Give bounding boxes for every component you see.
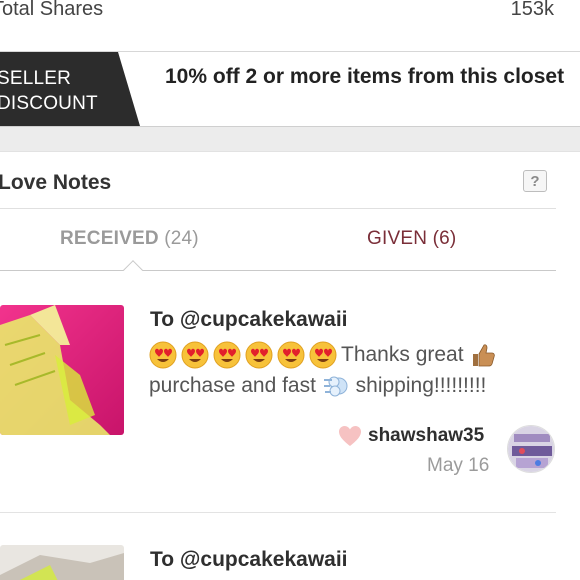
tab-received-label: RECEIVED [60,228,159,249]
listing-thumbnail[interactable] [0,305,124,435]
heart-icon [339,426,361,446]
seller-discount-banner: SELLER DISCOUNT 10% off 2 or more items … [0,52,580,126]
tab-received[interactable]: RECEIVED (24) [60,228,199,250]
thumbs-up-icon [473,344,496,367]
note-message-part3: shipping!!!!!!!!! [355,374,487,397]
seller-discount-text: 10% off 2 or more items from this closet [165,65,565,88]
love-notes-title: Love Notes [0,171,112,194]
heart-eyes-emoji-icon [149,341,177,369]
seller-discount-tag-line1: SELLER [0,68,72,89]
heart-eyes-emoji-icon [277,341,305,369]
heart-eyes-emoji-icon [309,341,337,369]
active-tab-caret [123,260,143,280]
tab-given[interactable]: GIVEN (6) [367,228,456,250]
heart-eyes-emoji-icon [245,341,273,369]
divider [0,512,556,513]
tabs-underline [0,270,556,271]
avatar[interactable] [507,425,555,473]
heart-eyes-emoji-icon [213,341,241,369]
help-icon[interactable]: ? [523,170,547,192]
listing-thumbnail[interactable] [0,545,124,580]
total-shares-value: 153k [510,0,554,20]
total-shares-label: Total Shares [0,0,104,20]
seller-discount-tag: SELLER DISCOUNT [0,52,140,126]
note-message: Thanks great purchase and fast shipping!… [149,339,549,401]
note-recipient[interactable]: To @cupcakekawaii [150,548,348,572]
note-author-name[interactable]: shawshaw35 [368,425,484,447]
note-message-part1: Thanks great [341,343,464,366]
note-author[interactable]: shawshaw35 [338,425,484,447]
note-recipient[interactable]: To @cupcakekawaii [150,308,348,332]
note-date: May 16 [427,455,490,476]
heart-eyes-emoji-icon [181,341,209,369]
note-message-part2: purchase and fast [149,374,316,397]
divider [0,208,556,209]
tab-received-count: (24) [164,228,199,249]
stats-row: Total Shares 153k [0,0,580,24]
section-band [0,126,580,152]
seller-discount-tag-line2: DISCOUNT [0,93,98,114]
dash-icon [323,376,348,397]
heart-eyes-emojis [149,341,337,369]
